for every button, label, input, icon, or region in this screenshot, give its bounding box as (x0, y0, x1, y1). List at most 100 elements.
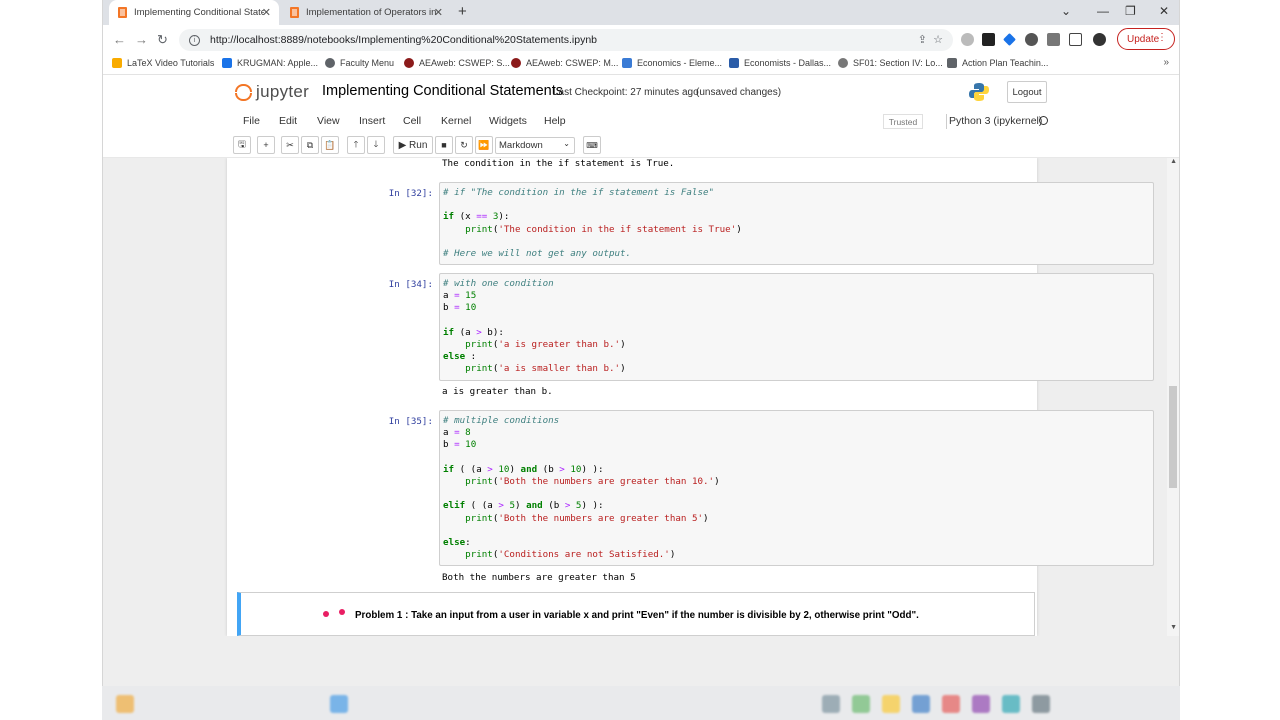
taskbar-app-icon[interactable] (1002, 695, 1020, 713)
taskbar-app-icon[interactable] (116, 695, 134, 713)
bookmark-latex[interactable]: LaTeX Video Tutorials (112, 58, 214, 68)
menu-kernel[interactable]: Kernel (441, 115, 471, 127)
taskbar-app-icon[interactable] (852, 695, 870, 713)
menu-widgets[interactable]: Widgets (489, 115, 527, 127)
bookmarks-bar: LaTeX Video Tutorials KRUGMAN: Apple... … (103, 55, 1179, 75)
save-icon[interactable]: 🖫 (233, 136, 251, 154)
bookmark-icon (947, 58, 957, 68)
update-button[interactable]: Update ⋮ (1117, 28, 1175, 50)
tab-implementation-operators[interactable]: Implementation of Operators in ✕ (281, 0, 451, 25)
side-panel-icon[interactable] (1069, 33, 1082, 46)
trusted-indicator[interactable]: Trusted (883, 114, 923, 129)
scroll-thumb[interactable] (1169, 386, 1177, 488)
bookmark-icon (838, 58, 848, 68)
taskbar-app-icon[interactable] (912, 695, 930, 713)
extension-blue-icon[interactable] (1003, 33, 1016, 46)
menu-file[interactable]: File (243, 115, 260, 127)
forward-icon[interactable]: → (135, 32, 148, 47)
cut-icon[interactable]: ✂ (281, 136, 299, 154)
insert-cell-icon[interactable]: + (257, 136, 275, 154)
share-bookmark-icons[interactable]: ⇪ ☆ (918, 33, 943, 46)
cell-35-output: Both the numbers are greater than 5 (442, 572, 636, 583)
problem-text: Problem 1 : Take an input from a user in… (355, 610, 919, 621)
maximize-icon[interactable]: ❐ (1125, 4, 1136, 18)
bookmark-action-plan[interactable]: Action Plan Teachin... (947, 58, 1048, 68)
bookmark-aeaweb-s[interactable]: AEAweb: CSWEP: S... (404, 58, 510, 68)
menu-insert[interactable]: Insert (359, 115, 385, 127)
extension-shield-icon[interactable] (961, 33, 974, 46)
taskbar-app-icon[interactable] (882, 695, 900, 713)
bookmark-icon (511, 58, 521, 68)
minimize-icon[interactable]: — (1097, 4, 1109, 18)
move-up-icon[interactable]: 🡑 (347, 136, 365, 154)
menu-help[interactable]: Help (544, 115, 566, 127)
code-cell-35[interactable]: # multiple conditions a = 8 b = 10 if ( … (439, 410, 1154, 566)
menu-cell[interactable]: Cell (403, 115, 421, 127)
run-button[interactable]: ▶ Run (393, 136, 433, 154)
logout-button[interactable]: Logout (1007, 81, 1047, 103)
kernel-idle-icon (1039, 116, 1048, 125)
copy-icon[interactable]: ⧉ (301, 136, 319, 154)
notebook-title[interactable]: Implementing Conditional Statements (322, 83, 563, 99)
paste-icon[interactable]: 📋 (321, 136, 339, 154)
back-icon[interactable]: ← (113, 32, 126, 47)
bookmark-icon (112, 58, 122, 68)
bookmark-economics[interactable]: Economics - Eleme... (622, 58, 722, 68)
browser-toolbar: ← → ↻ i http://localhost:8889/notebooks/… (103, 25, 1179, 55)
scroll-down-icon[interactable]: ▼ (1170, 624, 1177, 631)
restart-run-all-icon[interactable]: ⏩ (475, 136, 493, 154)
taskbar-app-icon[interactable] (330, 695, 348, 713)
notebook-scrollbar[interactable]: ▲ ▼ (1167, 158, 1179, 636)
cell-type-select[interactable]: Markdown ⌄ (495, 137, 575, 154)
address-bar[interactable]: i http://localhost:8889/notebooks/Implem… (179, 29, 953, 51)
cell-prompt: In [35]: (388, 416, 433, 427)
bookmark-faculty-menu[interactable]: Faculty Menu (325, 58, 394, 68)
restart-icon[interactable]: ↻ (455, 136, 473, 154)
close-tab-icon[interactable]: ✕ (262, 6, 271, 19)
bookmark-krugman[interactable]: KRUGMAN: Apple... (222, 58, 318, 68)
close-tab-icon[interactable]: ✕ (434, 6, 443, 19)
jupyter-logo[interactable]: jupyter (235, 82, 309, 102)
move-down-icon[interactable]: 🡓 (367, 136, 385, 154)
bookmark-label: Faculty Menu (340, 58, 395, 68)
bookmark-label: Economists - Dallas... (744, 58, 832, 68)
notebook-page: The condition in the if statement is Tru… (227, 158, 1154, 636)
bookmark-label: LaTeX Video Tutorials (127, 58, 215, 68)
bookmark-label: AEAweb: CSWEP: M... (526, 58, 619, 68)
close-window-icon[interactable]: ✕ (1159, 4, 1169, 18)
cell-34-output: a is greater than b. (442, 386, 553, 397)
tab-label: Implementing Conditional State (134, 7, 264, 18)
code-cell-34[interactable]: # with one condition a = 15 b = 10 if (a… (439, 273, 1154, 381)
extension-gear-icon[interactable] (1025, 33, 1038, 46)
bookmark-economists-dallas[interactable]: Economists - Dallas... (729, 58, 831, 68)
markdown-cell-problem[interactable]: Problem 1 : Take an input from a user in… (237, 592, 1035, 636)
bookmarks-overflow-icon[interactable]: » (1163, 57, 1169, 68)
reload-icon[interactable]: ↻ (157, 32, 168, 48)
jupyter-logo-icon (235, 82, 252, 102)
code-cell-32[interactable]: # if "The condition in the if statement … (439, 182, 1154, 265)
interrupt-icon[interactable]: ■ (435, 136, 453, 154)
bookmark-aeaweb-m[interactable]: AEAweb: CSWEP: M... (511, 58, 618, 68)
tab-search-icon[interactable]: ⌄ (1061, 4, 1071, 18)
previous-cell-output: The condition in the if statement is Tru… (442, 158, 675, 169)
new-tab-icon[interactable]: + (458, 3, 467, 20)
taskbar-app-icon[interactable] (1032, 695, 1050, 713)
bookmark-sf01[interactable]: SF01: Section IV: Lo... (838, 58, 943, 68)
jupyter-header: jupyter Implementing Conditional Stateme… (103, 76, 1179, 110)
taskbar-app-icon[interactable] (822, 695, 840, 713)
taskbar-app-icon[interactable] (972, 695, 990, 713)
extensions-puzzle-icon[interactable] (1047, 33, 1060, 46)
more-menu-icon[interactable]: ⋮ (1157, 32, 1167, 43)
bookmark-label: SF01: Section IV: Lo... (853, 58, 943, 68)
update-label: Update (1127, 33, 1160, 45)
taskbar-app-icon[interactable] (942, 695, 960, 713)
browser-window: Implementing Conditional State ✕ Impleme… (102, 0, 1180, 686)
extension-k-icon[interactable] (982, 33, 995, 46)
command-palette-icon[interactable]: ⌨ (583, 136, 601, 154)
profile-avatar[interactable] (1093, 33, 1106, 46)
menu-view[interactable]: View (317, 115, 340, 127)
menu-edit[interactable]: Edit (279, 115, 297, 127)
site-info-icon[interactable]: i (189, 34, 200, 46)
scroll-up-icon[interactable]: ▲ (1170, 158, 1177, 165)
tab-implementing-conditional[interactable]: Implementing Conditional State ✕ (109, 0, 279, 25)
